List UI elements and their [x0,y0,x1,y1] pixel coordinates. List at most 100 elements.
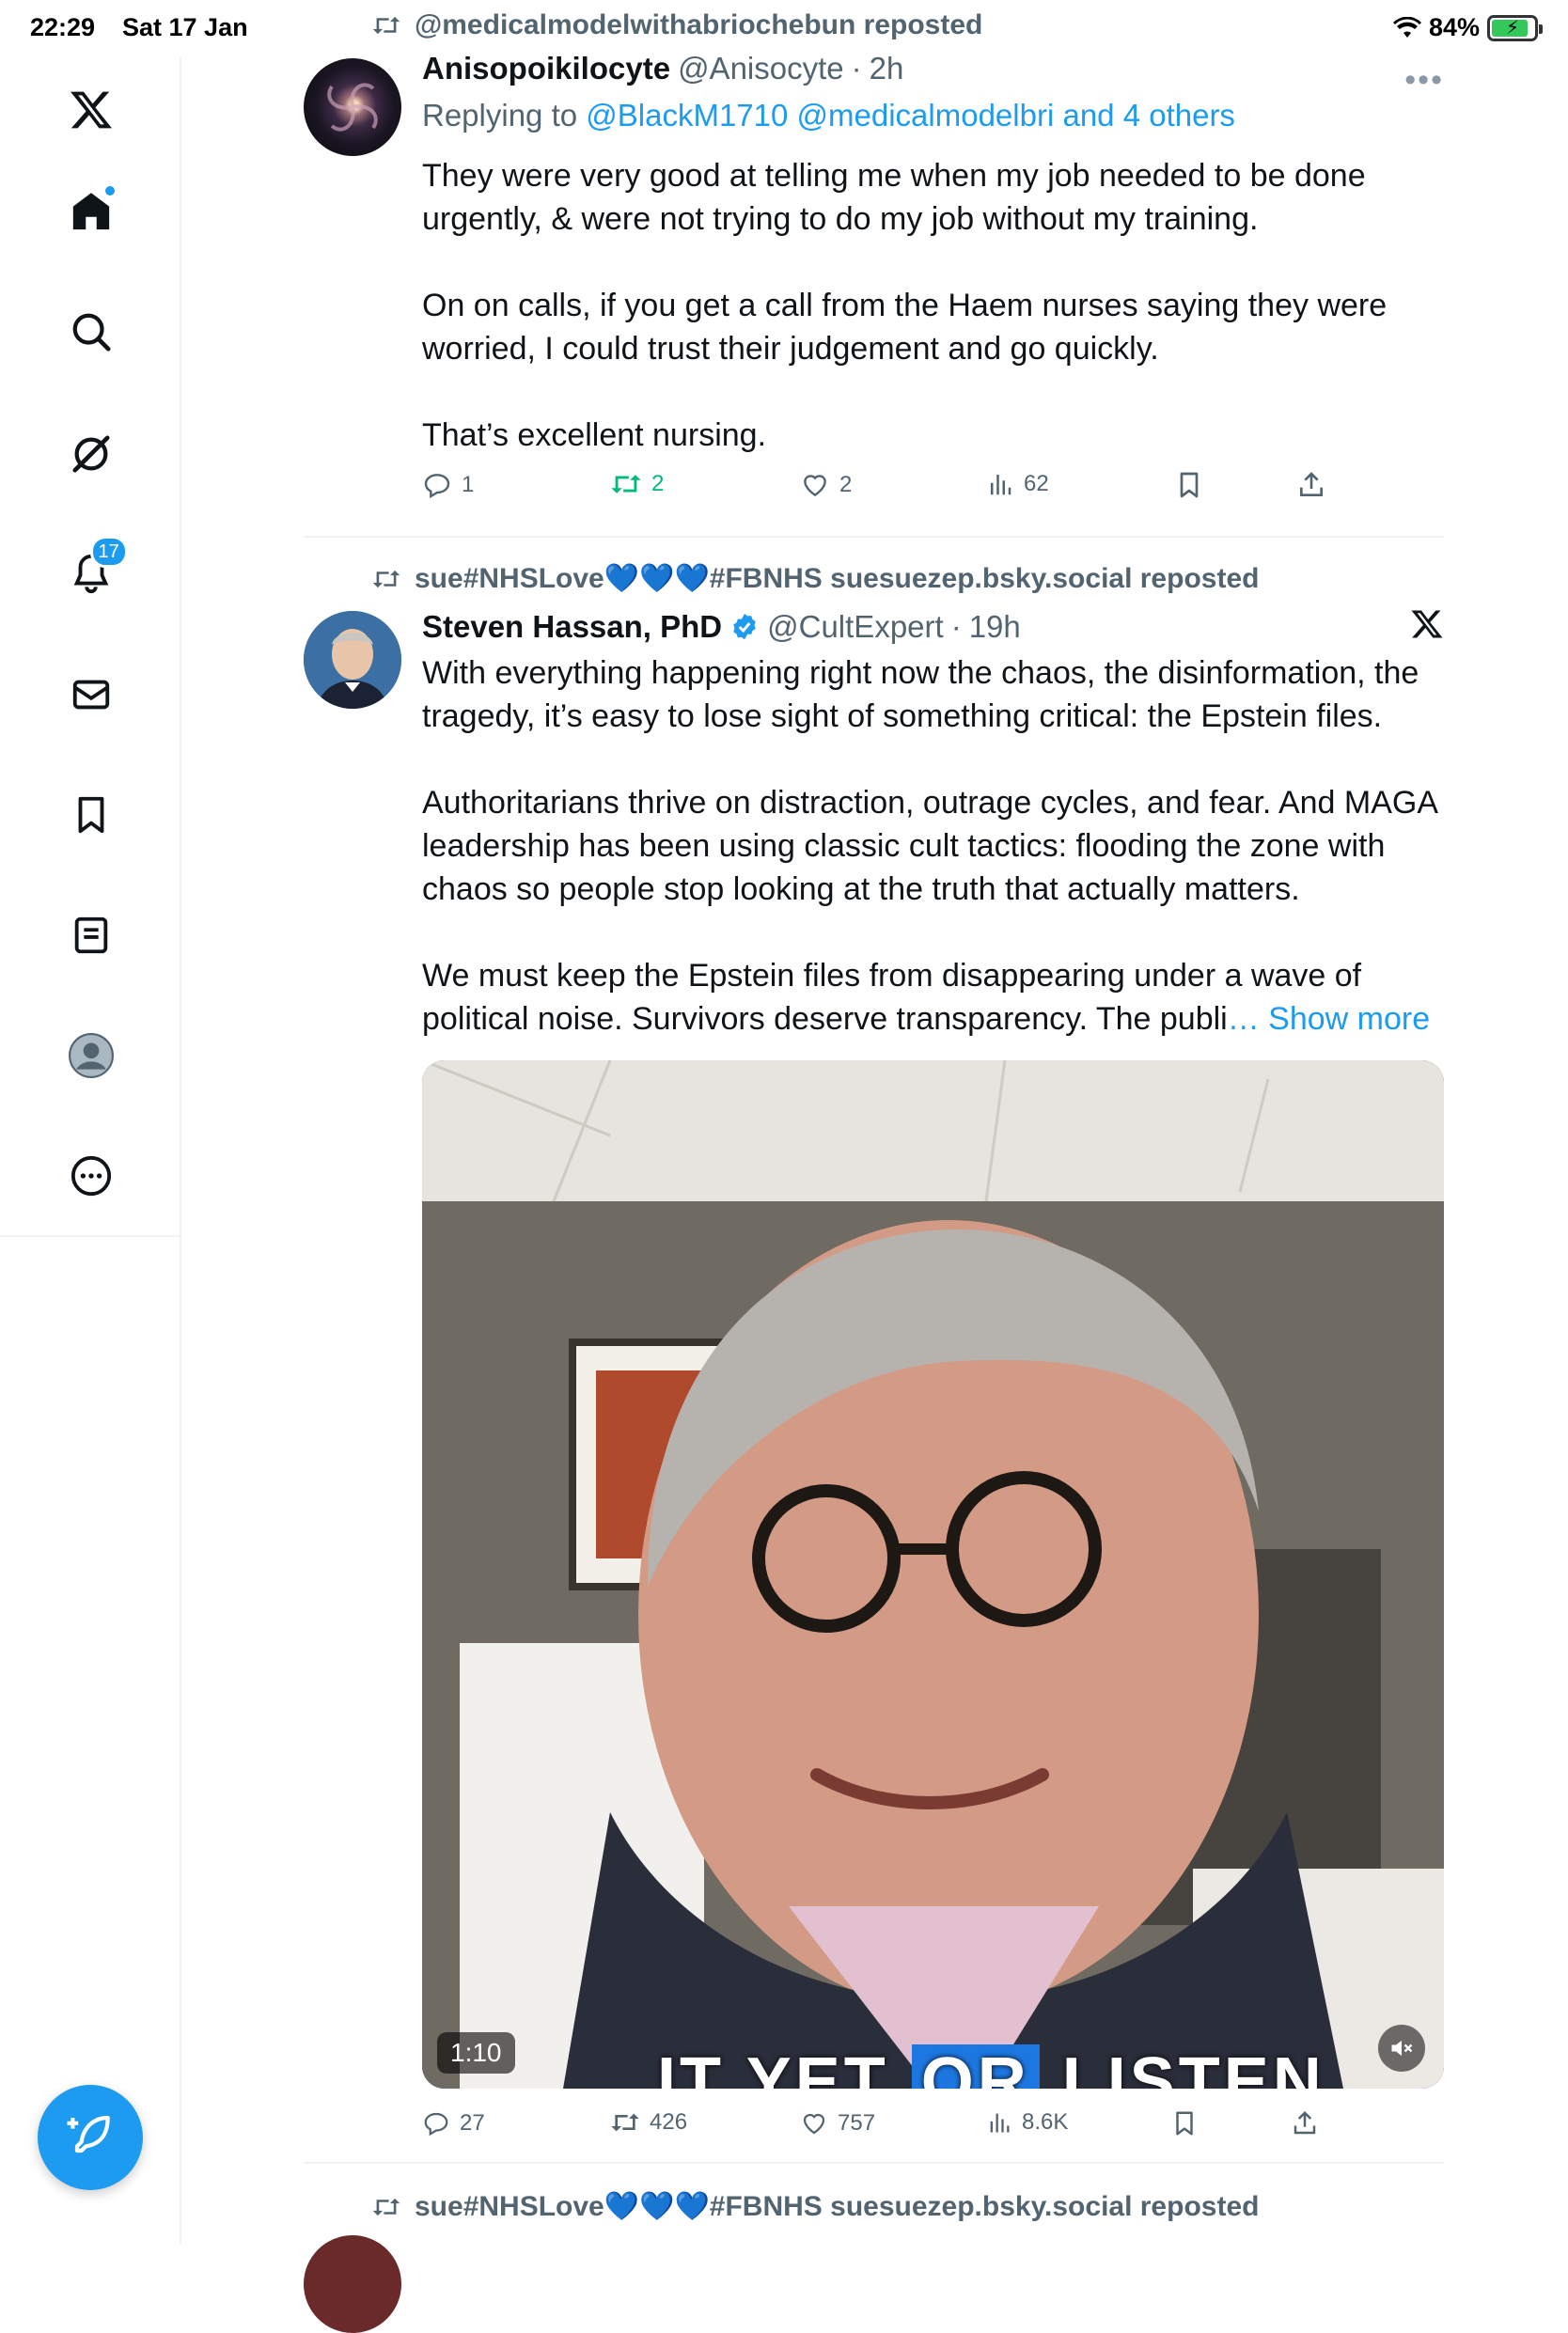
view-count: 8.6K [1022,2109,1069,2135]
mail-icon [72,680,109,710]
more-circle-icon [71,1155,111,1197]
heart-icon [804,475,826,497]
repost-icon [611,2113,639,2132]
tweet-header: Anisopoikilocyte @Anisocyte · 2h [422,51,903,86]
share-icon [1300,472,1323,496]
x-logo-button[interactable] [0,77,181,143]
tweet-header: Steven Hassan, PhD @CultExpert · 19h [422,609,1021,645]
tweet-text-content: With everything happening right now the … [422,655,1437,1037]
author-name[interactable]: Steven Hassan, PhD [422,609,722,645]
repost-label: sue#NHSLove💙💙💙#FBNHS suesuezep.bsky.soci… [415,2191,1260,2222]
bookmark-icon [1180,472,1199,498]
views-icon [990,2113,1010,2133]
reply-button[interactable]: 27 [422,2109,485,2137]
sidebar: 17 [0,56,181,2245]
share-button[interactable] [1296,470,1326,500]
reply-icon [424,474,450,499]
share-icon [1294,2110,1316,2135]
repost-line: @medicalmodelwithabriochebun reposted [371,9,982,41]
repost-icon [372,2198,400,2216]
verified-badge-icon [733,614,756,640]
author-handle[interactable]: @CultExpert [767,609,944,645]
replying-prefix: Replying to [422,98,587,133]
tweet-actions: 27 426 757 8.6K [422,2109,1325,2147]
nav-messages[interactable] [0,662,181,728]
reply-count: 27 [460,2110,485,2136]
show-more-link[interactable]: … Show more [1228,1001,1430,1037]
repost-label: sue#NHSLove💙💙💙#FBNHS suesuezep.bsky.soci… [415,563,1260,594]
view-count: 62 [1024,471,1049,496]
reply-button[interactable]: 1 [422,470,474,500]
grok-icon [71,435,110,473]
heart-icon [803,2113,825,2135]
person-avatar-icon [304,611,401,709]
repost-button[interactable]: 426 [610,2109,687,2136]
avatar[interactable] [304,611,401,709]
repost-count: 426 [650,2109,688,2135]
nav-bookmarks[interactable] [0,782,181,848]
nav-profile[interactable] [0,1023,181,1088]
galaxy-avatar-icon [327,83,378,132]
share-button[interactable] [1291,2109,1319,2137]
replying-to: Replying to @BlackM1710 @medicalmodelbri… [422,98,1235,133]
nav-search[interactable] [0,299,181,365]
avatar[interactable] [304,2235,401,2333]
video-frame [422,1060,1444,2089]
compose-icon [67,2115,110,2153]
caption-part-c: LISTEN [1039,2044,1325,2089]
views-button[interactable]: 62 [986,470,1049,498]
video-player[interactable]: IT YET OR LISTEN 1:10 [422,1060,1444,2089]
repost-icon [372,570,400,587]
home-unread-dot [102,184,117,197]
bookmark-button[interactable] [1174,470,1204,500]
muted-speaker-icon [1391,2040,1413,2057]
grok-x-button[interactable] [1410,607,1444,646]
author-name[interactable]: Anisopoikilocyte [422,51,670,86]
repost-button[interactable]: 2 [610,470,664,498]
battery-percent: 84% [1428,13,1480,41]
tweet-time[interactable]: 19h [969,609,1021,645]
repost-icon [611,475,641,493]
replying-to-link[interactable]: @BlackM1710 @medicalmodelbri and 4 other… [586,98,1235,133]
tweet-actions: 1 2 2 62 [422,470,1325,508]
caption-highlight: OR [911,2044,1040,2089]
like-button[interactable]: 2 [800,470,852,500]
like-count: 2 [839,472,853,497]
repost-icon [372,16,400,35]
tweet-text: They were very good at telling me when m… [422,158,1388,453]
status-time: 22:29 [30,13,96,41]
video-caption: IT YET OR LISTEN [657,2043,1325,2089]
bookmark-icon [1176,2111,1193,2136]
separator-dot: · [950,609,962,644]
video-duration: 1:10 [437,2032,515,2074]
like-count: 757 [838,2110,876,2136]
mute-button[interactable] [1378,2025,1425,2072]
status-right: 84% ⚡ [1392,13,1543,42]
avatar[interactable] [304,58,401,156]
author-handle[interactable]: @Anisocyte [678,51,844,86]
caption-part-a: IT YET [657,2044,912,2089]
nav-home[interactable] [0,179,181,244]
views-button[interactable]: 8.6K [986,2109,1068,2136]
compose-button[interactable] [38,2085,143,2190]
bookmark-icon [78,796,103,834]
nav-more[interactable] [0,1143,181,1209]
nav-grok[interactable] [0,421,181,487]
search-icon [72,313,111,352]
status-date: Sat 17 Jan [122,13,248,41]
like-button[interactable]: 757 [800,2109,875,2137]
more-options-button[interactable]: ••• [1404,62,1444,99]
repost-line: sue#NHSLove💙💙💙#FBNHS suesuezep.bsky.soci… [371,562,1259,595]
battery-icon: ⚡ [1487,14,1543,41]
nav-notifications[interactable]: 17 [0,536,181,607]
nav-lists[interactable] [0,902,181,968]
bookmark-button[interactable] [1170,2109,1199,2137]
avatar-icon [68,1033,114,1078]
sidebar-separator [0,1235,181,1237]
separator-dot: · [851,51,862,86]
tweet-divider [304,2162,1444,2164]
tweet-divider [304,536,1444,538]
tweet-time[interactable]: 2h [870,51,904,86]
reply-count: 1 [462,472,475,497]
wifi-icon [1392,16,1421,38]
